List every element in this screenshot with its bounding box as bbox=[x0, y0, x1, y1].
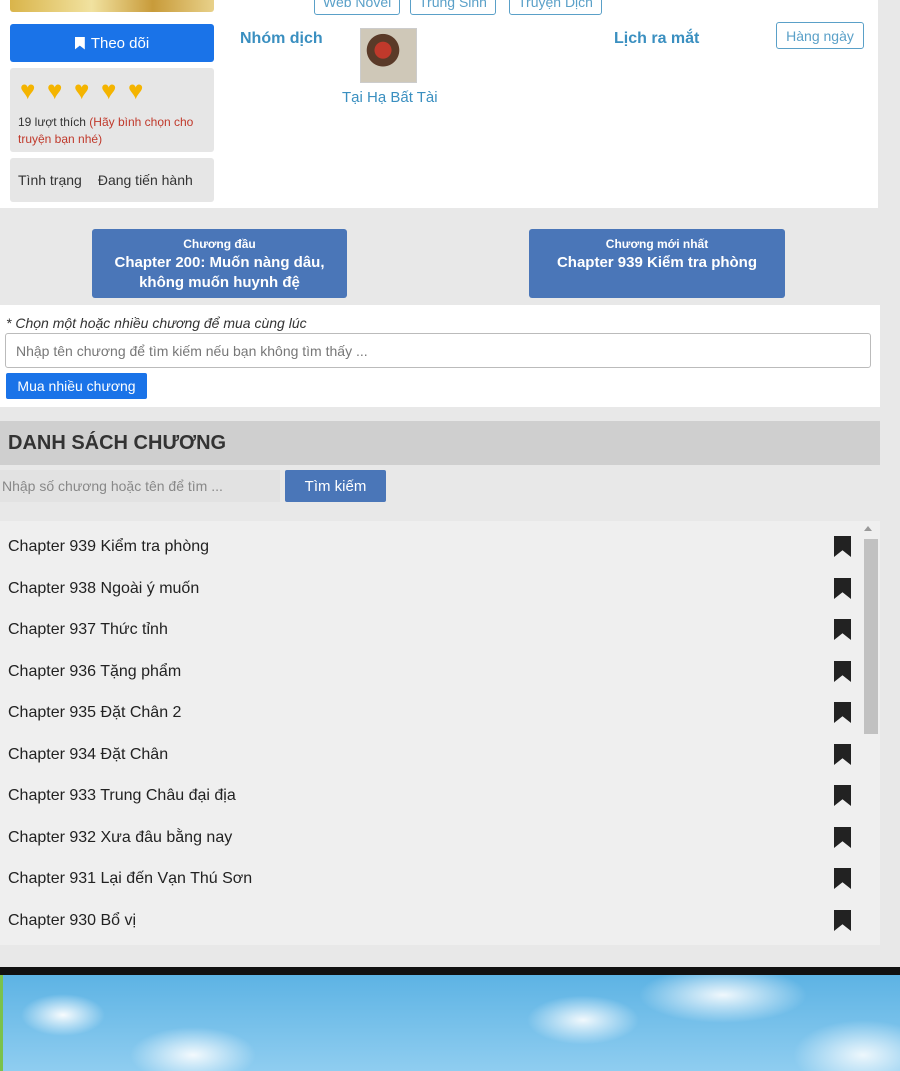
search-button[interactable]: Tìm kiếm bbox=[285, 470, 386, 502]
latest-chapter-title: Chapter 939 Kiểm tra phòng bbox=[556, 254, 758, 271]
tag-web-novel[interactable]: Web Novel bbox=[314, 0, 401, 15]
buy-multiple-button[interactable]: Mua nhiều chương bbox=[6, 373, 147, 399]
status-value: Đang tiến hành bbox=[97, 172, 193, 188]
chapter-title[interactable]: Chapter 937 Thức tỉnh bbox=[8, 621, 168, 639]
first-chapter-title: Chapter 200: Muốn nàng dâu, không muốn h… bbox=[114, 254, 325, 291]
bookmark-icon[interactable] bbox=[834, 661, 851, 682]
first-chapter-button[interactable]: Chương đầu Chapter 200: Muốn nàng dâu, k… bbox=[92, 229, 347, 298]
translator-label: Nhóm dịch bbox=[240, 30, 323, 47]
bookmark-icon[interactable] bbox=[834, 619, 851, 640]
buy-panel: * Chọn một hoặc nhiều chương để mua cùng… bbox=[0, 305, 880, 407]
cover-image bbox=[10, 0, 214, 12]
chapter-title[interactable]: Chapter 938 Ngoài ý muốn bbox=[8, 580, 199, 598]
chapter-row[interactable]: Chapter 937 Thức tỉnh bbox=[0, 609, 860, 650]
first-chapter-caption: Chương đầu bbox=[183, 237, 256, 251]
buy-hint: * Chọn một hoặc nhiều chương để mua cùng… bbox=[6, 315, 307, 331]
rating-hearts[interactable]: ♥ ♥ ♥ ♥ ♥ bbox=[20, 77, 152, 103]
bookmark-icon[interactable] bbox=[834, 578, 851, 599]
chapter-row[interactable]: Chapter 930 Bổ vị bbox=[0, 900, 860, 941]
chapter-title[interactable]: Chapter 936 Tặng phẩm bbox=[8, 663, 181, 681]
scroll-up-icon[interactable] bbox=[864, 526, 872, 531]
latest-chapter-caption: Chương mới nhất bbox=[605, 237, 709, 251]
chapter-number-search-input[interactable] bbox=[0, 470, 280, 502]
scrollbar-thumb[interactable] bbox=[864, 539, 878, 734]
chapter-row[interactable]: Chapter 936 Tặng phẩm bbox=[0, 651, 860, 692]
heart-icon[interactable]: ♥ bbox=[20, 77, 44, 103]
bookmark-icon[interactable] bbox=[834, 702, 851, 723]
bookmark-icon[interactable] bbox=[834, 827, 851, 848]
bookmark-icon[interactable] bbox=[834, 536, 851, 557]
chapter-row[interactable]: Chapter 932 Xưa đâu bằng nay bbox=[0, 817, 860, 858]
heart-icon[interactable]: ♥ bbox=[101, 77, 125, 103]
chapter-row[interactable]: Chapter 938 Ngoài ý muốn bbox=[0, 568, 860, 609]
latest-chapter-button[interactable]: Chương mới nhất Chapter 939 Kiểm tra phò… bbox=[529, 229, 785, 298]
status-label: Tình trạng bbox=[18, 172, 82, 188]
chapter-title[interactable]: Chapter 933 Trung Châu đại địa bbox=[8, 787, 236, 805]
likes-text: 19 lượt thích (Hãy bình chọn cho truyện … bbox=[18, 114, 214, 148]
bookmark-icon[interactable] bbox=[834, 785, 851, 806]
chapter-row[interactable]: Chapter 939 Kiểm tra phòng bbox=[0, 526, 860, 567]
tag-trung-sinh[interactable]: Trùng Sinh bbox=[410, 0, 496, 15]
bookmark-icon[interactable] bbox=[834, 868, 851, 889]
follow-label: Theo dõi bbox=[90, 34, 150, 52]
likes-count: 19 lượt thích bbox=[18, 115, 86, 129]
chapter-row[interactable]: Chapter 934 Đặt Chân bbox=[0, 734, 860, 775]
chapter-row[interactable]: Chapter 931 Lại đến Vạn Thú Sơn bbox=[0, 858, 860, 899]
heart-icon[interactable]: ♥ bbox=[74, 77, 98, 103]
schedule-label: Lịch ra mắt bbox=[614, 30, 700, 47]
bookmark-icon[interactable] bbox=[834, 910, 851, 931]
divider bbox=[0, 967, 900, 975]
chapter-list-header: DANH SÁCH CHƯƠNG bbox=[0, 421, 880, 465]
chapter-list: Chapter 939 Kiểm tra phòng Chapter 938 N… bbox=[0, 521, 880, 945]
status-box: Tình trạng Đang tiến hành bbox=[10, 158, 214, 202]
sky-banner-image bbox=[0, 975, 900, 1071]
bookmark-icon bbox=[74, 36, 85, 50]
chapter-row[interactable]: Chapter 935 Đặt Chân 2 bbox=[0, 692, 860, 733]
chapter-title[interactable]: Chapter 935 Đặt Chân 2 bbox=[8, 704, 181, 722]
translator-avatar[interactable] bbox=[360, 28, 417, 83]
heart-icon[interactable]: ♥ bbox=[128, 77, 152, 103]
bookmark-icon[interactable] bbox=[834, 744, 851, 765]
chapter-title[interactable]: Chapter 939 Kiểm tra phòng bbox=[8, 538, 209, 556]
translator-name[interactable]: Tại Hạ Bất Tài bbox=[342, 89, 438, 106]
chapter-title[interactable]: Chapter 931 Lại đến Vạn Thú Sơn bbox=[8, 870, 252, 888]
follow-button[interactable]: Theo dõi bbox=[10, 24, 214, 62]
chapter-title[interactable]: Chapter 934 Đặt Chân bbox=[8, 746, 168, 764]
heart-icon[interactable]: ♥ bbox=[47, 77, 71, 103]
rating-box: ♥ ♥ ♥ ♥ ♥ 19 lượt thích (Hãy bình chọn c… bbox=[10, 68, 214, 152]
chapter-row[interactable]: Chapter 933 Trung Châu đại địa bbox=[0, 775, 860, 816]
chapter-title[interactable]: Chapter 932 Xưa đâu bằng nay bbox=[8, 829, 232, 847]
schedule-value[interactable]: Hàng ngày bbox=[776, 22, 864, 49]
story-info-panel: Web Novel Trùng Sinh Truyện Dịch Theo dõ… bbox=[0, 0, 878, 208]
tag-truyen-dich[interactable]: Truyện Dịch bbox=[509, 0, 602, 15]
chapter-search-input[interactable] bbox=[5, 333, 871, 368]
chapter-title[interactable]: Chapter 930 Bổ vị bbox=[8, 912, 136, 930]
